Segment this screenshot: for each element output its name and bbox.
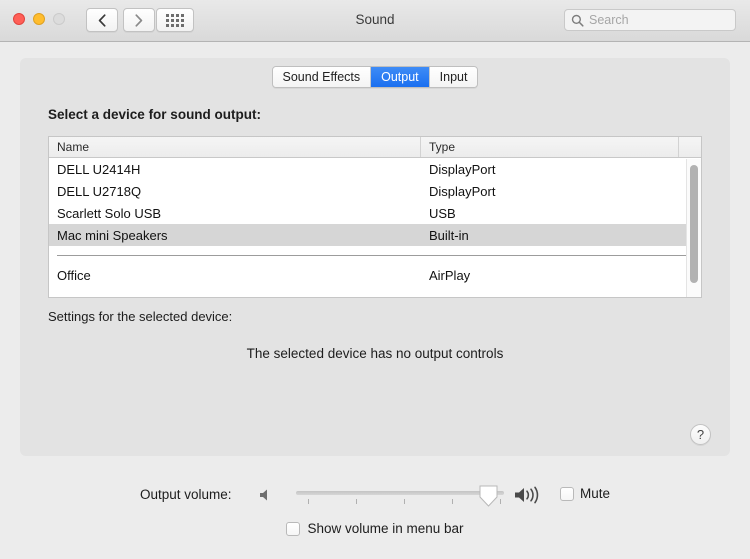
slider-ticks xyxy=(296,499,504,505)
table-row[interactable]: DELL U2718Q DisplayPort xyxy=(49,180,701,202)
help-button[interactable]: ? xyxy=(690,424,711,445)
device-name: Office xyxy=(49,268,421,283)
scrollbar-thumb[interactable] xyxy=(690,165,698,283)
table-header-row: Name Type xyxy=(49,137,701,158)
slider-track[interactable] xyxy=(296,491,504,495)
device-type: USB xyxy=(421,206,679,221)
column-header-spacer xyxy=(679,137,701,157)
search-field[interactable]: Search xyxy=(564,9,736,31)
section-title: Select a device for sound output: xyxy=(48,107,261,122)
device-type: DisplayPort xyxy=(421,184,679,199)
table-body: DELL U2414H DisplayPort DELL U2718Q Disp… xyxy=(49,158,701,286)
device-name: DELL U2718Q xyxy=(49,184,421,199)
device-name: Mac mini Speakers xyxy=(49,228,421,243)
table-row[interactable]: DELL U2414H DisplayPort xyxy=(49,158,701,180)
mute-label: Mute xyxy=(580,486,610,501)
device-type: AirPlay xyxy=(421,268,679,283)
show-volume-checkbox[interactable] xyxy=(286,522,300,536)
tab-input[interactable]: Input xyxy=(430,67,478,87)
output-volume-slider[interactable] xyxy=(294,483,506,509)
column-header-name[interactable]: Name xyxy=(49,137,421,157)
output-volume-label: Output volume: xyxy=(140,487,232,502)
output-device-table[interactable]: Name Type DELL U2414H DisplayPort DELL U… xyxy=(48,136,702,298)
device-name: DELL U2414H xyxy=(49,162,421,177)
mute-checkbox[interactable] xyxy=(560,487,574,501)
table-group-separator xyxy=(49,246,701,264)
show-volume-checkbox-group[interactable]: Show volume in menu bar xyxy=(286,521,463,536)
speaker-low-icon xyxy=(257,487,275,503)
no-output-controls-message: The selected device has no output contro… xyxy=(0,346,750,361)
table-row[interactable]: Scarlett Solo USB USB xyxy=(49,202,701,224)
window-titlebar: Sound Search xyxy=(0,0,750,42)
device-type: DisplayPort xyxy=(421,162,679,177)
device-type: Built-in xyxy=(421,228,679,243)
settings-label: Settings for the selected device: xyxy=(48,309,232,324)
device-name: Scarlett Solo USB xyxy=(49,206,421,221)
search-placeholder: Search xyxy=(589,13,629,27)
sound-preferences-window: Sound Search Sound Effects Output Input … xyxy=(0,0,750,559)
table-row[interactable]: Office AirPlay xyxy=(49,264,701,286)
output-volume-row: Output volume: xyxy=(0,483,750,509)
tab-output[interactable]: Output xyxy=(371,67,430,87)
show-volume-label: Show volume in menu bar xyxy=(307,521,463,536)
slider-thumb[interactable] xyxy=(479,485,498,507)
segmented-control: Sound Effects Output Input xyxy=(272,66,479,88)
separator-line xyxy=(57,255,693,256)
table-row-selected[interactable]: Mac mini Speakers Built-in xyxy=(49,224,701,246)
tab-sound-effects[interactable]: Sound Effects xyxy=(273,67,372,87)
search-icon xyxy=(571,14,584,27)
mute-checkbox-group[interactable]: Mute xyxy=(560,486,610,501)
column-header-type[interactable]: Type xyxy=(421,137,679,157)
tab-bar: Sound Effects Output Input xyxy=(0,66,750,88)
speaker-high-icon xyxy=(513,485,545,505)
show-volume-row: Show volume in menu bar xyxy=(0,521,750,536)
table-scrollbar[interactable] xyxy=(686,159,701,298)
